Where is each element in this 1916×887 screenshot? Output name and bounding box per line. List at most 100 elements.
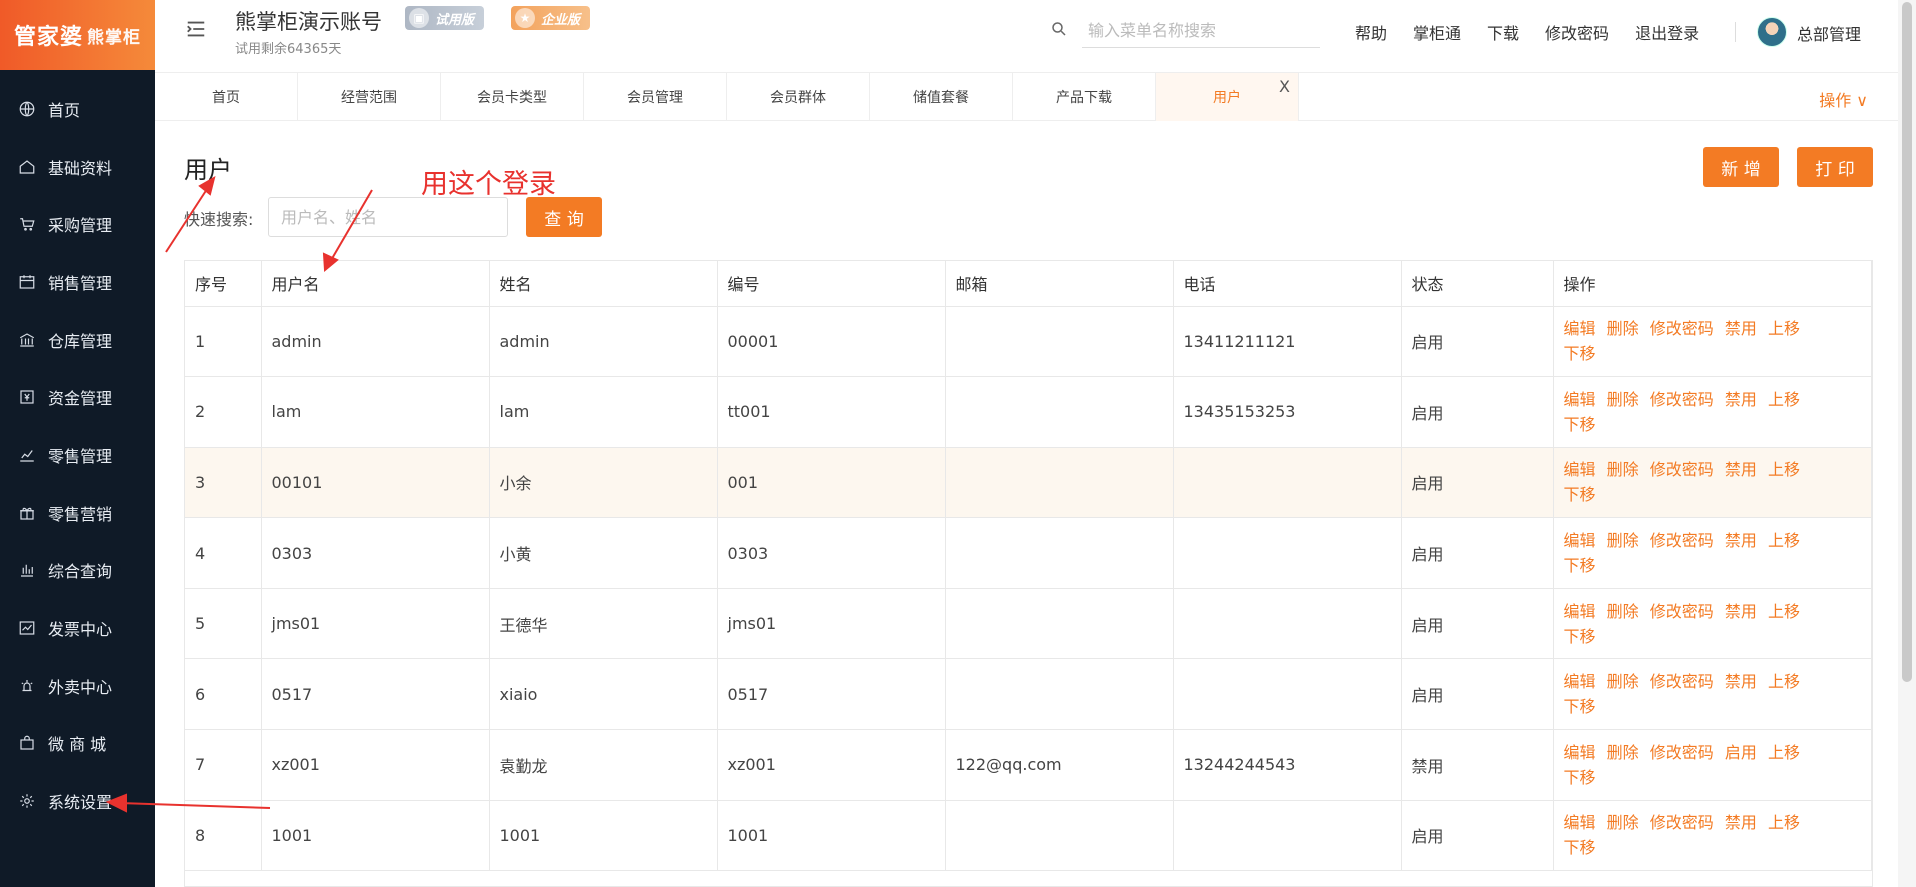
edit-link[interactable]: 编辑: [1564, 672, 1596, 691]
query-button[interactable]: 查 询: [526, 197, 602, 237]
search-icon[interactable]: [1050, 20, 1070, 40]
change-password-link[interactable]: 修改密码: [1650, 390, 1714, 409]
move-up-link[interactable]: 上移: [1768, 672, 1800, 691]
delete-link[interactable]: 删除: [1607, 390, 1639, 409]
edit-link[interactable]: 编辑: [1564, 602, 1596, 621]
toggle-status-link[interactable]: 禁用: [1725, 602, 1757, 621]
table-row[interactable]: 7 xz001 袁勤龙 xz001 122@qq.com 13244244543 禁用 编辑…: [185, 729, 1872, 801]
change-password-link[interactable]: 修改密码: [1650, 813, 1714, 832]
table-row[interactable]: 2 lam lam tt001 13435153253 启用 编辑 删除 修改密码 禁用 …: [185, 376, 1872, 448]
sidebar-item[interactable]: 零售营销: [0, 484, 155, 542]
scrollbar[interactable]: [1898, 0, 1916, 887]
tab-label: 会员管理: [627, 90, 683, 106]
move-down-link[interactable]: 下移: [1564, 627, 1596, 646]
delete-link[interactable]: 删除: [1607, 743, 1639, 762]
add-button[interactable]: 新 增: [1703, 147, 1779, 187]
toggle-status-link[interactable]: 禁用: [1725, 813, 1757, 832]
logo[interactable]: 管家婆 熊掌柜: [0, 0, 155, 70]
sidebar-item[interactable]: 发票中心: [0, 599, 155, 657]
cell-username: admin: [261, 306, 490, 378]
tab[interactable]: 首页: [155, 73, 298, 121]
delete-link[interactable]: 删除: [1607, 319, 1639, 338]
change-password-link[interactable]: 修改密码: [1650, 531, 1714, 550]
move-down-link[interactable]: 下移: [1564, 485, 1596, 504]
toggle-status-link[interactable]: 禁用: [1725, 672, 1757, 691]
header-link[interactable]: 帮助: [1355, 20, 1387, 44]
move-up-link[interactable]: 上移: [1768, 602, 1800, 621]
header-link[interactable]: 下载: [1487, 20, 1519, 44]
tab[interactable]: 经营范围: [298, 73, 441, 121]
tab-ops-dropdown[interactable]: 操作 ∨: [1819, 87, 1868, 111]
move-up-link[interactable]: 上移: [1768, 390, 1800, 409]
delete-link[interactable]: 删除: [1607, 813, 1639, 832]
move-down-link[interactable]: 下移: [1564, 556, 1596, 575]
table-row[interactable]: 1 admin admin 00001 13411211121 启用 编辑 删除 修改密码…: [185, 306, 1872, 378]
tab[interactable]: 产品下载: [1013, 73, 1156, 121]
toggle-status-link[interactable]: 启用: [1725, 743, 1757, 762]
change-password-link[interactable]: 修改密码: [1650, 319, 1714, 338]
delete-link[interactable]: 删除: [1607, 531, 1639, 550]
toggle-status-link[interactable]: 禁用: [1725, 319, 1757, 338]
toggle-status-link[interactable]: 禁用: [1725, 460, 1757, 479]
table-row[interactable]: 3 00101 小余 001 启用 编辑 删除 修改密码 禁用 上移 下移: [185, 447, 1872, 519]
toggle-status-link[interactable]: 禁用: [1725, 531, 1757, 550]
table-row[interactable]: 8 1001 1001 1001 启用 编辑 删除 修改密码 禁用 上移 下移: [185, 800, 1872, 872]
move-up-link[interactable]: 上移: [1768, 460, 1800, 479]
sidebar-item[interactable]: 采购管理: [0, 195, 155, 253]
header-link[interactable]: 退出登录: [1635, 20, 1699, 44]
change-password-link[interactable]: 修改密码: [1650, 460, 1714, 479]
edit-link[interactable]: 编辑: [1564, 813, 1596, 832]
change-password-link[interactable]: 修改密码: [1650, 743, 1714, 762]
tab[interactable]: 会员管理: [584, 73, 727, 121]
close-icon[interactable]: X: [1279, 77, 1290, 96]
sidebar-item[interactable]: 仓库管理: [0, 311, 155, 369]
tab[interactable]: 会员群体: [727, 73, 870, 121]
toggle-status-link[interactable]: 禁用: [1725, 390, 1757, 409]
sidebar-item[interactable]: 零售管理: [0, 426, 155, 484]
sidebar-item[interactable]: 综合查询: [0, 542, 155, 600]
sidebar-item[interactable]: 微 商 城: [0, 715, 155, 773]
table-row[interactable]: 6 0517 xiaio 0517 启用 编辑 删除 修改密码 禁用 上移 下移: [185, 658, 1872, 731]
avatar[interactable]: [1757, 17, 1787, 47]
scroll-thumb[interactable]: [1902, 2, 1912, 682]
move-up-link[interactable]: 上移: [1768, 319, 1800, 338]
user-name[interactable]: 总部管理: [1797, 21, 1861, 45]
sidebar-item[interactable]: 资金管理: [0, 368, 155, 426]
move-down-link[interactable]: 下移: [1564, 697, 1596, 716]
delete-link[interactable]: 删除: [1607, 460, 1639, 479]
print-button[interactable]: 打 印: [1797, 147, 1873, 187]
sidebar-item[interactable]: 基础资料: [0, 138, 155, 196]
delete-link[interactable]: 删除: [1607, 602, 1639, 621]
move-up-link[interactable]: 上移: [1768, 813, 1800, 832]
move-down-link[interactable]: 下移: [1564, 415, 1596, 434]
tab[interactable]: 用户 X: [1156, 73, 1299, 121]
header-link[interactable]: 修改密码: [1545, 20, 1609, 44]
delete-link[interactable]: 删除: [1607, 672, 1639, 691]
sidebar-item[interactable]: 首页: [0, 80, 155, 138]
edit-link[interactable]: 编辑: [1564, 460, 1596, 479]
tab[interactable]: 储值套餐: [870, 73, 1013, 121]
move-down-link[interactable]: 下移: [1564, 838, 1596, 857]
header-link[interactable]: 掌柜通: [1413, 20, 1461, 44]
change-password-link[interactable]: 修改密码: [1650, 672, 1714, 691]
change-password-link[interactable]: 修改密码: [1650, 602, 1714, 621]
menu-toggle-icon[interactable]: [185, 18, 209, 42]
edit-link[interactable]: 编辑: [1564, 319, 1596, 338]
table-row[interactable]: 4 0303 小黄 0303 启用 编辑 删除 修改密码 禁用 上移 下移: [185, 517, 1872, 589]
move-down-link[interactable]: 下移: [1564, 344, 1596, 363]
edit-link[interactable]: 编辑: [1564, 390, 1596, 409]
table-row[interactable]: 5 jms01 王德华 jms01 启用 编辑 删除 修改密码 禁用 上移 下移: [185, 588, 1872, 660]
menu-search-input[interactable]: [1082, 14, 1320, 48]
move-up-link[interactable]: 上移: [1768, 743, 1800, 762]
move-up-link[interactable]: 上移: [1768, 531, 1800, 550]
sidebar-item[interactable]: 销售管理: [0, 253, 155, 311]
sidebar-item[interactable]: 系统设置: [0, 772, 155, 830]
edit-link[interactable]: 编辑: [1564, 743, 1596, 762]
sidebar-item[interactable]: 外卖中心: [0, 657, 155, 715]
edit-link[interactable]: 编辑: [1564, 531, 1596, 550]
tab[interactable]: 会员卡类型: [441, 73, 584, 121]
quick-search-input[interactable]: [268, 197, 508, 237]
cell-email: [945, 376, 1174, 448]
move-down-link[interactable]: 下移: [1564, 768, 1596, 787]
cell-code: 1001: [717, 800, 946, 872]
